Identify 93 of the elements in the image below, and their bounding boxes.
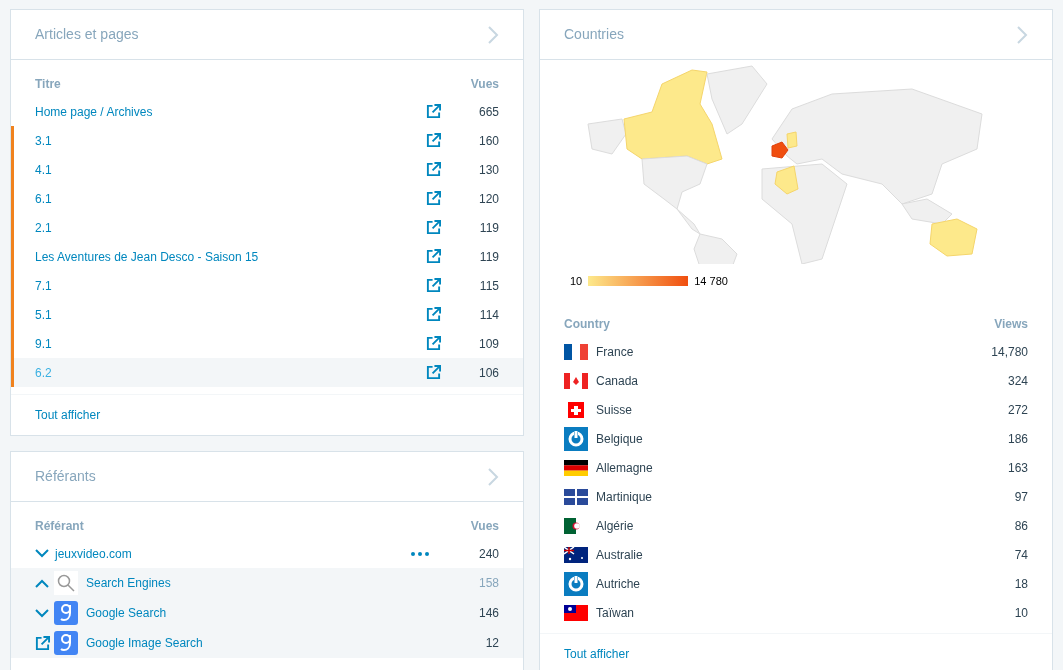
flag-icon — [564, 604, 588, 621]
card-title: Référants — [35, 467, 96, 486]
legend-max-label: 14 780 — [694, 274, 728, 289]
external-link-icon[interactable] — [426, 278, 441, 293]
page-link[interactable]: 4.1 — [14, 160, 426, 179]
view-count: 160 — [477, 132, 499, 150]
view-count: 14,780 — [991, 343, 1028, 361]
country-name: Australie — [596, 546, 644, 564]
card-title: Articles et pages — [35, 25, 139, 44]
table-row[interactable]: 5.1 114 — [11, 300, 523, 329]
g-logo-icon — [54, 601, 78, 625]
table-row[interactable]: Home page / Archives 665 — [11, 97, 523, 126]
view-count: 240 — [477, 545, 499, 563]
country-name: Canada — [596, 372, 640, 390]
external-link-icon[interactable] — [426, 162, 441, 177]
view-count: 86 — [1014, 517, 1028, 535]
external-link-icon[interactable] — [35, 635, 53, 651]
view-count: 130 — [477, 161, 499, 179]
country-name: Allemagne — [596, 459, 654, 477]
view-count: 146 — [477, 605, 499, 622]
view-count: 115 — [478, 277, 499, 295]
table-row[interactable]: 7.1 115 — [11, 271, 523, 300]
legend-min-label: 10 — [570, 274, 583, 289]
referrer-link[interactable]: jeuxvideo.com — [55, 544, 411, 563]
view-count: 163 — [1007, 459, 1028, 477]
table-row[interactable]: 6.2 106 — [11, 358, 523, 387]
page-link[interactable]: Les Aventures de Jean Desco - Saison 15 — [14, 247, 426, 266]
view-count: 10 — [1014, 604, 1028, 622]
flag-icon — [564, 459, 588, 476]
table-row[interactable]: Les Aventures de Jean Desco - Saison 15 119 — [11, 242, 523, 271]
card-title: Countries — [564, 25, 624, 44]
view-count: 97 — [1014, 488, 1028, 506]
flag-icon — [564, 546, 588, 563]
page-link[interactable]: 6.1 — [14, 189, 426, 208]
country-name: Algérie — [596, 517, 635, 535]
more-icon[interactable] — [411, 551, 429, 556]
view-count: 119 — [478, 219, 499, 237]
view-count: 186 — [1007, 430, 1028, 448]
column-header: Views — [994, 316, 1028, 333]
view-count: 119 — [478, 248, 499, 266]
view-count: 665 — [477, 103, 499, 121]
view-count: 158 — [477, 575, 499, 592]
view-count: 272 — [1007, 401, 1028, 419]
table-row[interactable]: 3.1 160 — [11, 126, 523, 155]
view-count: 114 — [478, 306, 499, 324]
page-link[interactable]: 3.1 — [14, 131, 426, 150]
external-link-icon[interactable] — [426, 191, 441, 206]
table-row[interactable]: 6.1 120 — [11, 184, 523, 213]
flag-icon — [564, 488, 588, 505]
view-count: 120 — [477, 190, 499, 208]
view-count: 324 — [1007, 372, 1028, 390]
view-all-link[interactable]: Tout afficher — [564, 645, 630, 663]
column-header: Vues — [470, 518, 499, 535]
column-header: Vues — [470, 76, 499, 93]
country-name: France — [596, 343, 635, 361]
flag-icon — [564, 343, 588, 360]
g-logo-icon — [54, 631, 78, 655]
referrer-link[interactable]: Google Image Search — [86, 634, 469, 652]
page-link[interactable]: 5.1 — [14, 305, 426, 324]
column-header: Titre — [35, 76, 61, 93]
external-link-icon[interactable] — [426, 104, 441, 119]
country-name: Suisse — [596, 401, 634, 419]
page-link[interactable]: 2.1 — [14, 218, 426, 237]
country-name: Belgique — [596, 430, 644, 448]
referrer-link[interactable]: Search Engines — [86, 574, 469, 592]
external-link-icon[interactable] — [426, 336, 441, 351]
view-count: 18 — [1014, 575, 1028, 593]
page-link[interactable]: 6.2 — [14, 363, 426, 382]
column-header: Référant — [35, 518, 84, 535]
column-header: Country — [564, 316, 610, 333]
external-link-icon[interactable] — [426, 365, 441, 380]
external-link-icon[interactable] — [426, 249, 441, 264]
page-link[interactable]: 7.1 — [14, 276, 426, 295]
country-name: Taïwan — [596, 604, 636, 622]
search-icon — [54, 571, 78, 595]
external-link-icon[interactable] — [426, 307, 441, 322]
power-icon — [564, 571, 588, 596]
page-link[interactable]: Home page / Archives — [14, 102, 426, 121]
country-name: Autriche — [596, 575, 642, 593]
country-name: Martinique — [596, 488, 654, 506]
external-link-icon[interactable] — [426, 133, 441, 148]
referrer-link[interactable]: Google Search — [86, 604, 469, 622]
view-count: 12 — [484, 635, 499, 652]
power-icon — [564, 426, 588, 451]
table-row[interactable]: 2.1 119 — [11, 213, 523, 242]
view-count: 106 — [477, 364, 499, 382]
table-row[interactable]: 4.1 130 — [11, 155, 523, 184]
view-count: 109 — [477, 335, 499, 353]
view-all-link[interactable]: Tout afficher — [35, 406, 101, 424]
page-link[interactable]: 9.1 — [14, 334, 426, 353]
view-count: 74 — [1014, 546, 1028, 564]
external-link-icon[interactable] — [426, 220, 441, 235]
flag-icon — [564, 372, 588, 389]
